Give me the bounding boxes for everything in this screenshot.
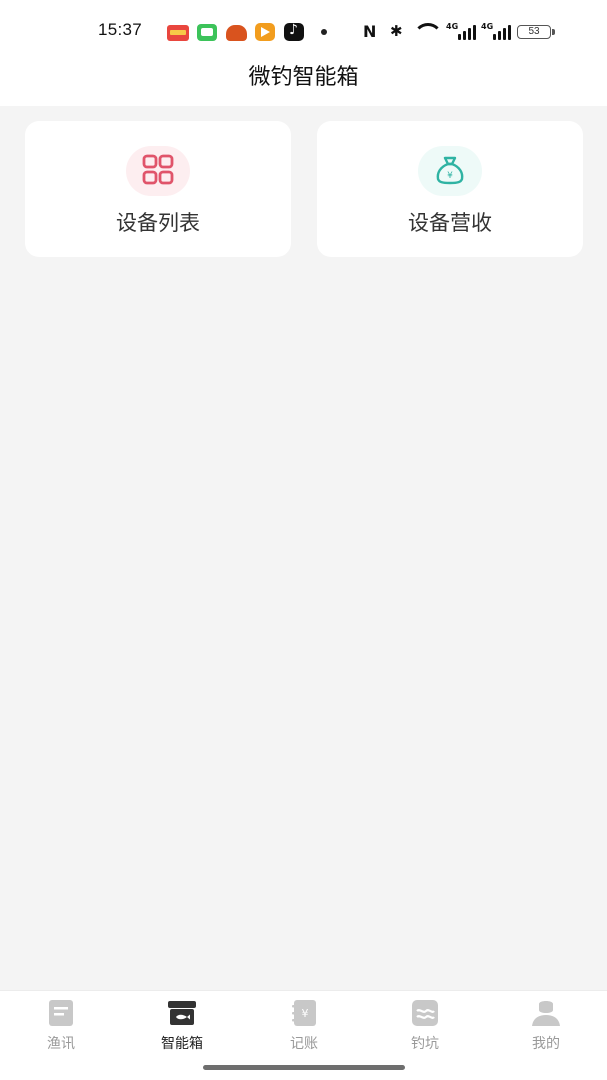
device-list-card[interactable]: 设备列表 [25,121,291,257]
tab-label: 渔讯 [47,1036,75,1052]
news-icon [49,1000,73,1026]
tab-smart-box[interactable]: 智能箱 [142,999,222,1055]
more-notifications-dot-icon [321,29,327,35]
device-revenue-card[interactable]: ¥ 设备营收 [317,121,583,257]
ledger-icon: ¥ [292,1000,316,1026]
signal-icon-sim1: 4G [446,22,476,40]
tiktok-icon [284,22,304,41]
tab-label: 钓坑 [411,1036,439,1052]
box-icon [168,1001,196,1025]
message-icon [197,24,217,41]
home-indicator[interactable] [203,1065,405,1070]
tab-label: 智能箱 [161,1036,203,1052]
svg-text:¥: ¥ [447,171,453,181]
page-title: 微钓智能箱 [248,65,359,90]
status-time: 15:37 [98,20,143,39]
signal-tag: 4G [481,22,494,31]
tab-fishing-pond[interactable]: 钓坑 [385,999,465,1055]
profile-icon [532,1001,560,1026]
tab-profile[interactable]: 我的 [506,999,586,1055]
tab-fishing-news[interactable]: 渔讯 [21,999,101,1055]
svg-text:¥: ¥ [302,1007,309,1020]
battery-icon: 53 [517,25,555,39]
tab-label: 我的 [532,1036,560,1052]
toutiao-icon [167,25,189,41]
device-revenue-label: 设备营收 [408,211,492,235]
wifi-icon [413,23,443,41]
nfc-icon: N [363,22,377,41]
tab-bookkeeping[interactable]: ¥ 记账 [264,999,344,1055]
tab-label: 记账 [290,1036,318,1052]
money-bag-icon: ¥ [418,146,482,196]
status-bar: 15:37 N ✱ 4G 4G 53 [0,0,607,58]
title-bar: 微钓智能箱 [0,58,607,106]
pond-icon [412,1000,438,1026]
signal-icon-sim2: 4G [481,22,511,40]
signal-tag: 4G [446,22,459,31]
device-list-label: 设备列表 [116,211,200,235]
grid-icon [126,146,190,196]
bluetooth-icon: ✱ [390,22,403,40]
video-icon [255,23,275,41]
taobao-icon [226,25,247,41]
